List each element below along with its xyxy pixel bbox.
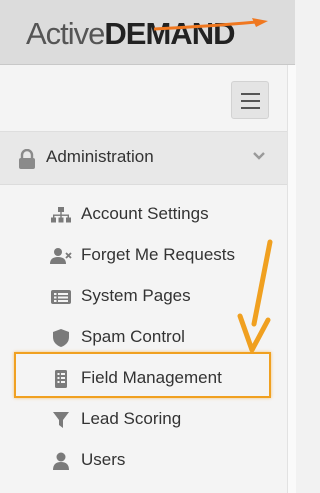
menu-toggle-button[interactable] [231, 81, 269, 119]
sidebar-item-users[interactable]: Users [0, 443, 295, 479]
sidebar-item-label: Users [81, 450, 126, 469]
sidebar-item-label: Account Settings [81, 204, 209, 223]
sidebar-item-label: Lead Scoring [81, 409, 182, 428]
section-label: Administration [46, 147, 154, 166]
field-management-highlight-box [14, 352, 271, 398]
hamburger-line [241, 107, 260, 109]
sidebar-section-administration[interactable]: Administration [0, 132, 295, 185]
sidebar-item-account-settings[interactable]: Account Settings [0, 197, 295, 233]
sidebar-item-label: System Pages [81, 286, 191, 305]
lock-icon [19, 149, 35, 169]
activedemand-logo[interactable]: ActiveDEMAND [26, 14, 268, 54]
pointer-arrow-icon [237, 239, 273, 353]
sidebar-item-lead-scoring[interactable]: Lead Scoring [0, 402, 295, 438]
list-card-icon [51, 290, 71, 304]
scroll-edge [287, 65, 296, 493]
hamburger-line [241, 100, 260, 102]
filter-icon [53, 412, 69, 428]
user-remove-icon [50, 248, 72, 264]
sitemap-icon [51, 207, 71, 223]
logo-text-active: Active [26, 16, 105, 51]
app-header: ActiveDEMAND [0, 0, 295, 65]
shield-icon [53, 329, 69, 347]
chevron-down-icon[interactable] [252, 151, 266, 161]
user-icon [53, 452, 69, 470]
sidebar-item-label: Spam Control [81, 327, 185, 346]
sidebar-item-label: Forget Me Requests [81, 245, 236, 264]
hamburger-line [241, 93, 260, 95]
logo-swoosh-icon [153, 18, 268, 31]
